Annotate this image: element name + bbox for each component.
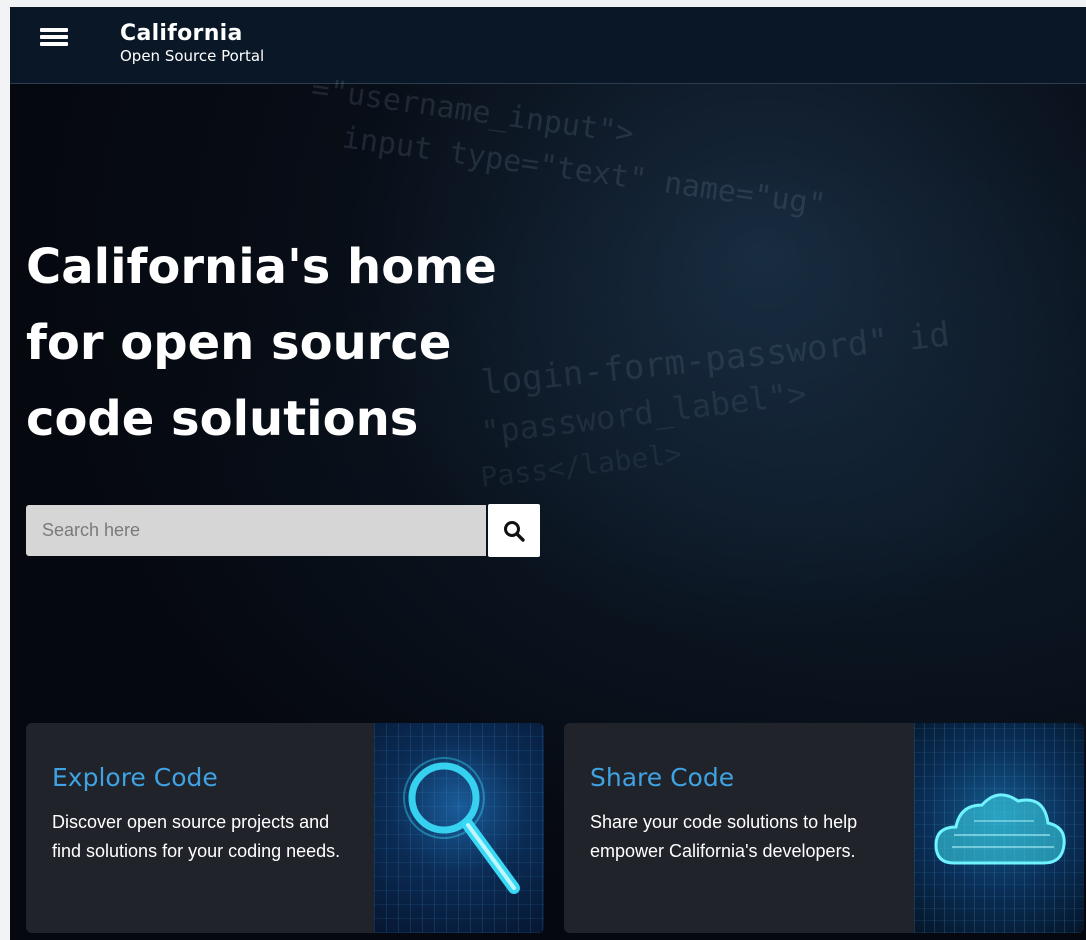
card-image <box>914 723 1084 933</box>
card-description: Discover open source projects and find s… <box>52 812 341 861</box>
brand[interactable]: California Open Source Portal <box>120 21 264 65</box>
menu-bar-3 <box>40 42 68 46</box>
hamburger-menu-icon[interactable] <box>40 25 70 49</box>
search-button[interactable] <box>488 504 540 557</box>
card-description: Share your code solutions to help empowe… <box>590 812 858 861</box>
background-code-line: input type="text" name="ug" <box>339 120 828 223</box>
menu-bar-1 <box>40 28 68 32</box>
card-title[interactable]: Share Code <box>590 763 734 792</box>
hero-title: California's home for open source code s… <box>26 239 497 447</box>
search-bar <box>26 504 541 558</box>
background-code-line: ="username_input"> <box>309 71 636 152</box>
cloud-icon <box>934 793 1066 865</box>
card-title[interactable]: Explore Code <box>52 763 218 792</box>
magnifying-glass-icon <box>403 757 520 894</box>
brand-title: California <box>120 21 243 46</box>
card-image <box>374 723 544 933</box>
site-header: California Open Source Portal <box>10 7 1086 84</box>
menu-bar-2 <box>40 35 68 39</box>
brand-subtitle: Open Source Portal <box>120 47 265 65</box>
search-input[interactable] <box>26 505 486 556</box>
share-code-card[interactable]: Share Code Share your code solutions to … <box>564 723 1084 933</box>
hero-section: ="username_input"> input type="text" nam… <box>10 72 1086 940</box>
page-frame: California Open Source Portal ="username… <box>10 7 1086 940</box>
explore-code-card[interactable]: Explore Code Discover open source projec… <box>26 723 544 933</box>
search-icon <box>504 520 525 542</box>
